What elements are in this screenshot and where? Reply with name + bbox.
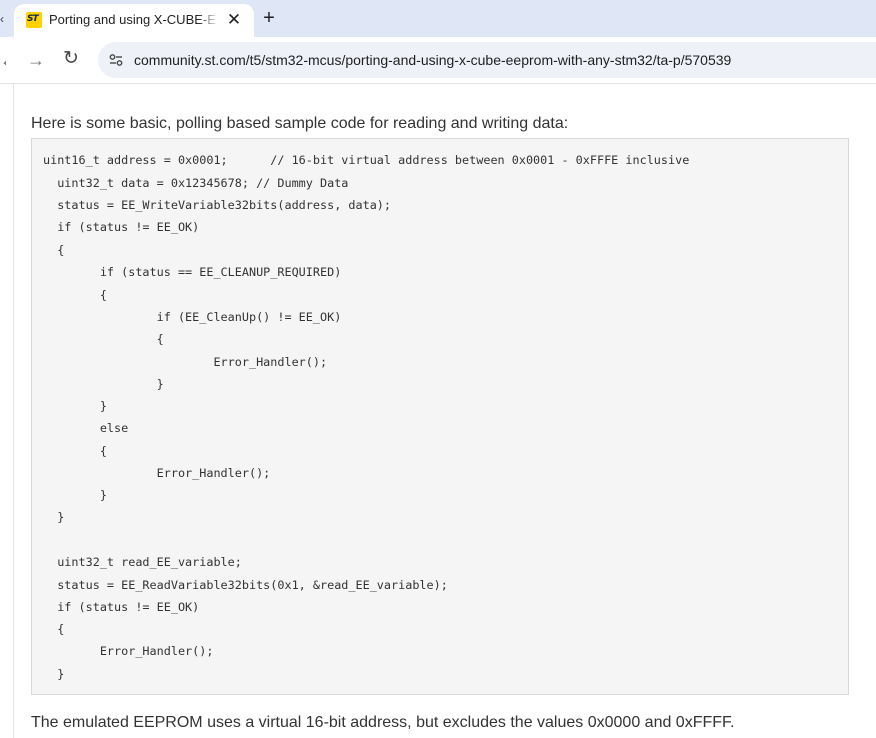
code-line: } <box>43 667 65 681</box>
intro-paragraph: Here is some basic, polling based sample… <box>31 115 569 132</box>
code-line: if (status != EE_OK) <box>43 600 200 614</box>
st-logo-icon: ST <box>26 12 42 28</box>
code-line: } <box>43 510 65 524</box>
code-line: status = EE_ReadVariable32bits(0x1, &rea… <box>43 578 448 592</box>
address-bar[interactable]: community.st.com/t5/stm32-mcus/porting-a… <box>98 42 876 78</box>
previous-tab-edge[interactable]: ‹ <box>0 8 6 30</box>
code-line: } <box>43 488 107 502</box>
code-line: if (EE_CleanUp() != EE_OK) <box>43 310 342 324</box>
code-line: uint32_t read_EE_variable; <box>43 555 242 569</box>
code-line: { <box>43 332 164 346</box>
url-text[interactable]: community.st.com/t5/stm32-mcus/porting-a… <box>134 50 731 70</box>
code-line: Error_Handler(); <box>43 355 328 369</box>
outro-paragraph: The emulated EEPROM uses a virtual 16-bi… <box>31 714 735 731</box>
code-line: { <box>43 243 65 257</box>
close-icon[interactable]: ✕ <box>224 10 244 30</box>
code-line: } <box>43 399 107 413</box>
browser-toolbar: ← → ↻ community.st.com/t5/stm32-mcus/por… <box>0 37 876 84</box>
code-line: { <box>43 288 107 302</box>
page-content: Here is some basic, polling based sample… <box>0 84 876 738</box>
forward-icon[interactable]: → <box>25 49 47 71</box>
tab-title: Porting and using X-CUBE-EEPROM with any… <box>49 12 217 27</box>
code-line: uint16_t address = 0x0001; // 16-bit vir… <box>43 153 690 167</box>
code-line: Error_Handler(); <box>43 466 271 480</box>
code-line: else <box>43 421 129 435</box>
code-line: if (status != EE_OK) <box>43 220 200 234</box>
tab-strip: ‹ ST Porting and using X-CUBE-EEPROM wit… <box>0 0 876 37</box>
favicon-text: ST <box>27 14 39 24</box>
code-block: uint16_t address = 0x0001; // 16-bit vir… <box>31 138 849 695</box>
active-tab[interactable]: ST Porting and using X-CUBE-EEPROM with … <box>14 4 254 37</box>
new-tab-icon[interactable]: + <box>257 6 281 30</box>
code-line: uint32_t data = 0x12345678; // Dummy Dat… <box>43 176 349 190</box>
code-line: if (status == EE_CLEANUP_REQUIRED) <box>43 265 342 279</box>
site-info-icon[interactable] <box>109 53 123 67</box>
content-left-rule <box>13 84 14 738</box>
tab-title-fade <box>197 10 219 30</box>
back-icon[interactable]: ← <box>0 49 6 71</box>
code-line: Error_Handler(); <box>43 644 214 658</box>
reload-icon[interactable]: ↻ <box>60 48 82 70</box>
code-line: status = EE_WriteVariable32bits(address,… <box>43 198 392 212</box>
code-line: { <box>43 444 107 458</box>
code-line: { <box>43 622 65 636</box>
code-line: } <box>43 377 164 391</box>
